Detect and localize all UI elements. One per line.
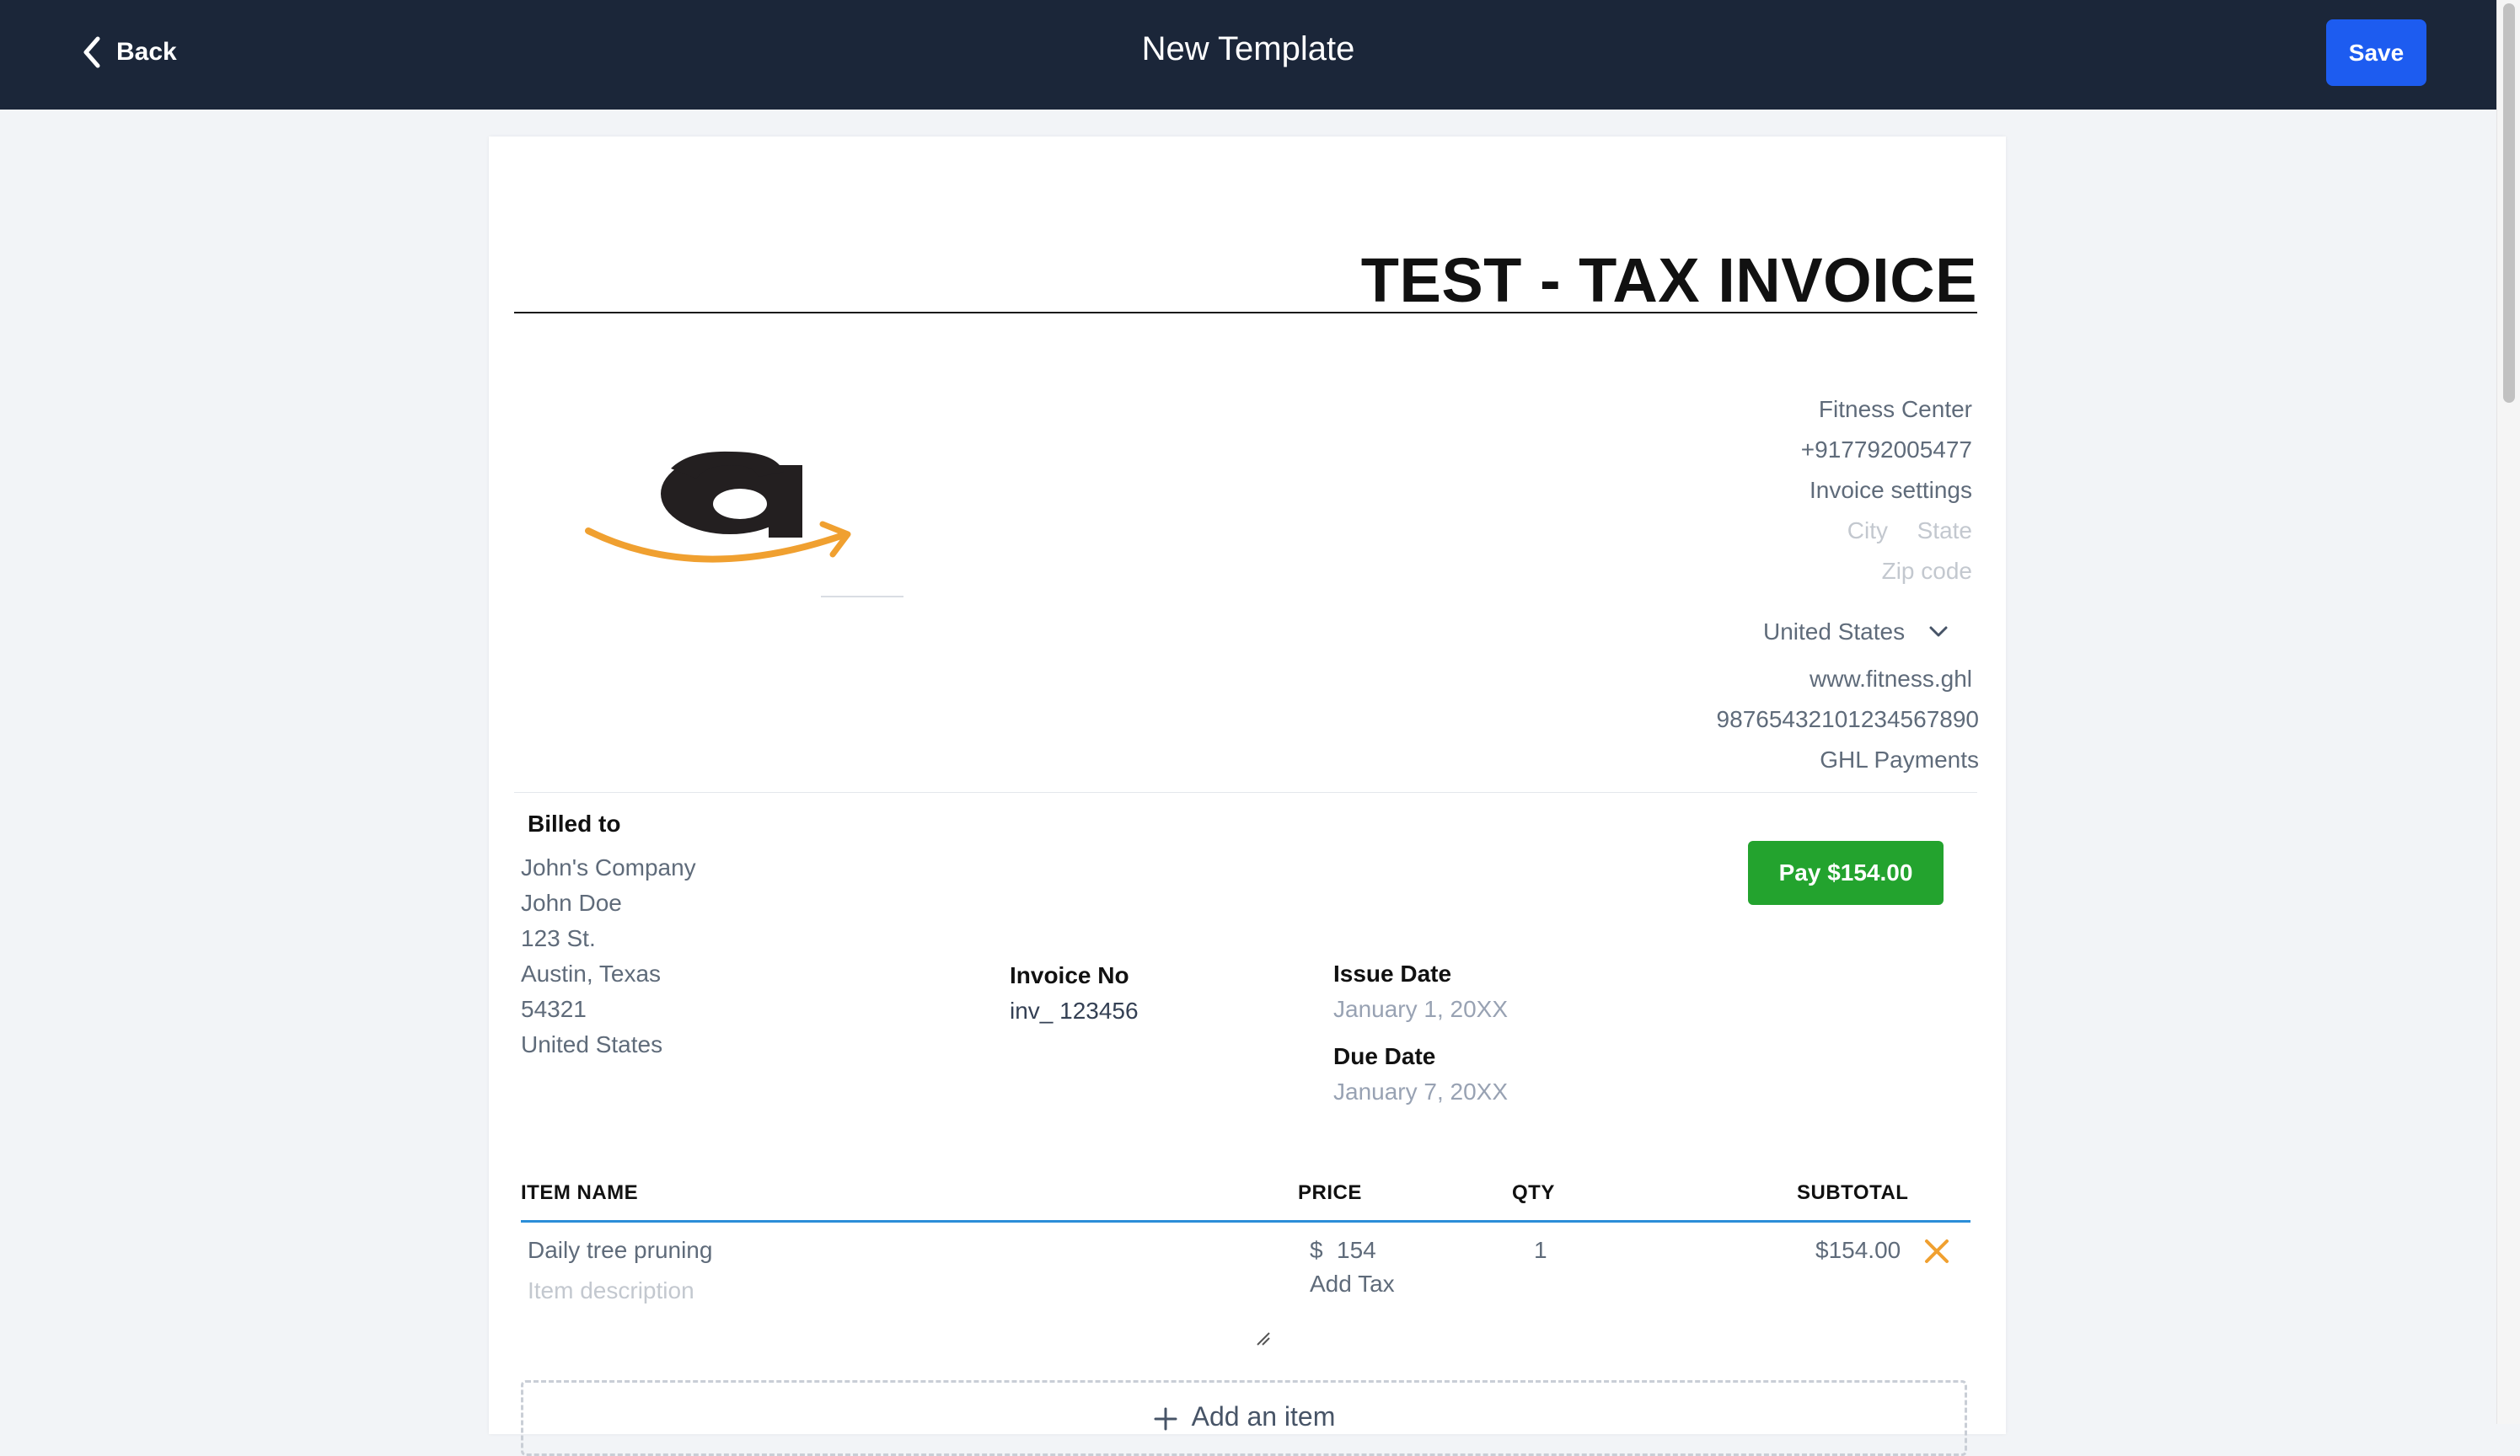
close-icon[interactable] bbox=[1922, 1236, 1952, 1266]
plus-icon bbox=[1154, 1407, 1177, 1431]
column-header-subtotal: SUBTOTAL bbox=[1797, 1181, 1909, 1204]
top-bar: Back New Template Save bbox=[0, 0, 2496, 110]
business-name[interactable]: Fitness Center bbox=[1819, 396, 1972, 423]
price-input[interactable]: 154 bbox=[1337, 1237, 1376, 1264]
billed-company[interactable]: John's Company bbox=[521, 854, 696, 881]
resize-handle-icon[interactable] bbox=[1254, 1330, 1271, 1346]
page-title: New Template bbox=[1141, 30, 1355, 67]
due-date-value[interactable]: January 7, 20XX bbox=[1333, 1079, 1508, 1105]
item-name-input[interactable]: Daily tree pruning bbox=[528, 1237, 712, 1264]
billed-name[interactable]: John Doe bbox=[521, 890, 622, 917]
price-currency: $ bbox=[1310, 1237, 1323, 1263]
table-header-divider bbox=[521, 1220, 1970, 1223]
logo-underline bbox=[821, 596, 903, 597]
billed-country[interactable]: United States bbox=[521, 1031, 662, 1058]
column-header-qty: QTY bbox=[1512, 1181, 1555, 1204]
business-website[interactable]: www.fitness.ghl bbox=[1810, 666, 1972, 693]
business-tax-id[interactable]: 98765432101234567890 bbox=[1717, 706, 1979, 733]
business-address[interactable]: Invoice settings bbox=[1810, 477, 1972, 504]
column-header-price: PRICE bbox=[1298, 1181, 1362, 1204]
issue-date-label: Issue Date bbox=[1333, 961, 1452, 987]
section-divider bbox=[514, 792, 1977, 793]
billed-zip[interactable]: 54321 bbox=[521, 996, 587, 1023]
issue-date-value[interactable]: January 1, 20XX bbox=[1333, 996, 1508, 1023]
amazon-logo[interactable] bbox=[580, 431, 866, 583]
qty-input[interactable]: 1 bbox=[1534, 1237, 1547, 1264]
zip-field[interactable]: Zip code bbox=[1882, 558, 1972, 585]
invoice-heading[interactable]: TEST - TAX INVOICE bbox=[1361, 244, 1977, 316]
pay-button[interactable]: Pay $154.00 bbox=[1748, 841, 1944, 905]
page-scrollbar[interactable] bbox=[2496, 0, 2520, 1424]
business-phone[interactable]: +917792005477 bbox=[1801, 436, 1972, 463]
item-description-input[interactable]: Item description bbox=[528, 1277, 694, 1304]
add-item-label: Add an item bbox=[1191, 1401, 1336, 1432]
billed-city-state[interactable]: Austin, Texas bbox=[521, 961, 661, 988]
invoice-number-label: Invoice No bbox=[1010, 962, 1129, 988]
invoice-number-value[interactable]: inv_ 123456 bbox=[1010, 998, 1139, 1025]
due-date-label: Due Date bbox=[1333, 1043, 1436, 1069]
billed-street[interactable]: 123 St. bbox=[521, 925, 596, 952]
invoice-card: TEST - TAX INVOICE Fitness Center +91779… bbox=[489, 136, 2006, 1456]
scrollbar-thumb[interactable] bbox=[2503, 3, 2515, 403]
chevron-down-icon bbox=[1929, 626, 1948, 637]
add-item-button[interactable]: Add an item bbox=[521, 1380, 1967, 1456]
country-select[interactable]: United States bbox=[1763, 608, 1950, 656]
column-header-item: ITEM NAME bbox=[521, 1181, 639, 1204]
country-value: United States bbox=[1763, 618, 1906, 645]
state-field[interactable]: State bbox=[1917, 517, 1972, 544]
save-button[interactable]: Save bbox=[2326, 19, 2426, 86]
add-tax-link[interactable]: Add Tax bbox=[1310, 1271, 1395, 1298]
heading-divider bbox=[514, 312, 1977, 313]
payment-name[interactable]: GHL Payments bbox=[1820, 747, 1979, 774]
city-field[interactable]: City bbox=[1847, 517, 1888, 544]
row-subtotal: $154.00 bbox=[1815, 1237, 1901, 1263]
billed-to-label: Billed to bbox=[528, 811, 621, 837]
